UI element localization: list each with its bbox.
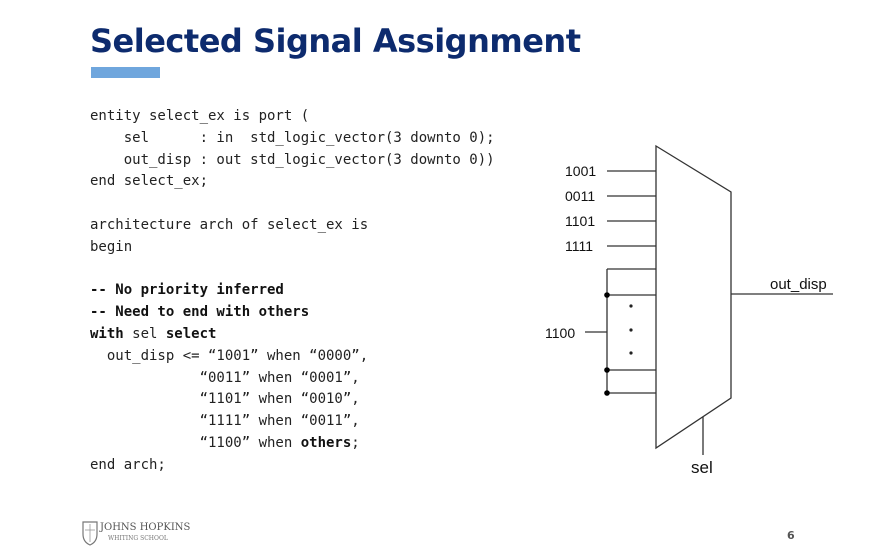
- code-text: sel: [123, 325, 166, 342]
- code-line: architecture arch of select_ex is: [90, 215, 495, 237]
- default-input-label: 1100: [545, 325, 575, 341]
- code-text: end select_ex;: [90, 173, 209, 190]
- slide: Selected Signal Assignment entity select…: [0, 0, 885, 548]
- code-line: end select_ex;: [90, 171, 495, 193]
- select-label: sel: [691, 458, 713, 477]
- input-label-1: 0011: [565, 188, 595, 204]
- code-text: “1101” when “0010”,: [90, 391, 360, 408]
- code-line: out_disp : out std_logic_vector(3 downto…: [90, 150, 495, 172]
- code-line: “1111” when “0011”,: [90, 411, 495, 433]
- code-keyword: select: [165, 325, 217, 342]
- junction-dot-1: [604, 292, 610, 298]
- code-text: sel : in std_logic_vector(3 downto 0);: [90, 129, 495, 146]
- junction-dot-3: [604, 390, 610, 396]
- code-text: begin: [90, 238, 133, 255]
- code-text: end arch;: [90, 456, 166, 473]
- code-text: ;: [351, 434, 360, 451]
- code-text: entity select_ex is port (: [90, 108, 310, 124]
- code-block: entity select_ex is port ( sel : in std_…: [90, 106, 495, 477]
- ellipsis-dot-1: [629, 304, 633, 308]
- junction-dot-2: [604, 367, 610, 373]
- input-label-2: 1101: [565, 213, 595, 229]
- code-line: -- No priority inferred: [90, 280, 495, 302]
- code-line: entity select_ex is port (: [90, 106, 495, 128]
- code-text: out_disp <= “1001” when “0000”,: [90, 347, 369, 364]
- code-line: “1101” when “0010”,: [90, 389, 495, 411]
- code-text: “1100” when: [90, 434, 301, 451]
- logo-line-2: WHITING SCHOOL: [108, 535, 168, 542]
- code-line: sel : in std_logic_vector(3 downto 0);: [90, 128, 495, 150]
- code-text: “0011” when “0001”,: [90, 369, 360, 386]
- mux-diagram: 1001 0011 1101 1111 1100 out_disp sel: [545, 144, 833, 477]
- code-line: “1100” when others;: [90, 433, 495, 455]
- code-line: end arch;: [90, 455, 495, 477]
- code-text: architecture arch of select_ex is: [90, 216, 369, 233]
- code-keyword: -- No priority inferred: [90, 282, 284, 299]
- code-line: “0011” when “0001”,: [90, 368, 495, 390]
- code-line: out_disp <= “1001” when “0000”,: [90, 346, 495, 368]
- title-accent-bar: [91, 67, 160, 78]
- code-text: out_disp : out std_logic_vector(3 downto…: [90, 151, 495, 168]
- code-line: -- Need to end with others: [90, 302, 495, 324]
- university-logo: JOHNS HOPKINS WHITING SCHOOL: [80, 518, 190, 548]
- jhu-shield-icon: [82, 521, 98, 546]
- code-line: with sel select: [90, 324, 495, 346]
- slide-title: Selected Signal Assignment: [90, 22, 581, 60]
- code-keyword: with: [90, 325, 124, 342]
- ellipsis-dot-3: [629, 351, 633, 355]
- output-label: out_disp: [770, 276, 827, 293]
- mux-body: [655, 144, 732, 450]
- input-label-0: 1001: [565, 163, 596, 179]
- ellipsis-dot-2: [629, 328, 633, 332]
- logo-line-1: JOHNS HOPKINS: [100, 522, 191, 533]
- code-line: begin: [90, 237, 495, 259]
- input-label-3: 1111: [565, 238, 593, 254]
- page-number: 6: [787, 529, 795, 542]
- code-keyword: -- Need to end with others: [90, 304, 310, 321]
- code-text: “1111” when “0011”,: [90, 413, 360, 430]
- code-keyword: others: [300, 434, 352, 451]
